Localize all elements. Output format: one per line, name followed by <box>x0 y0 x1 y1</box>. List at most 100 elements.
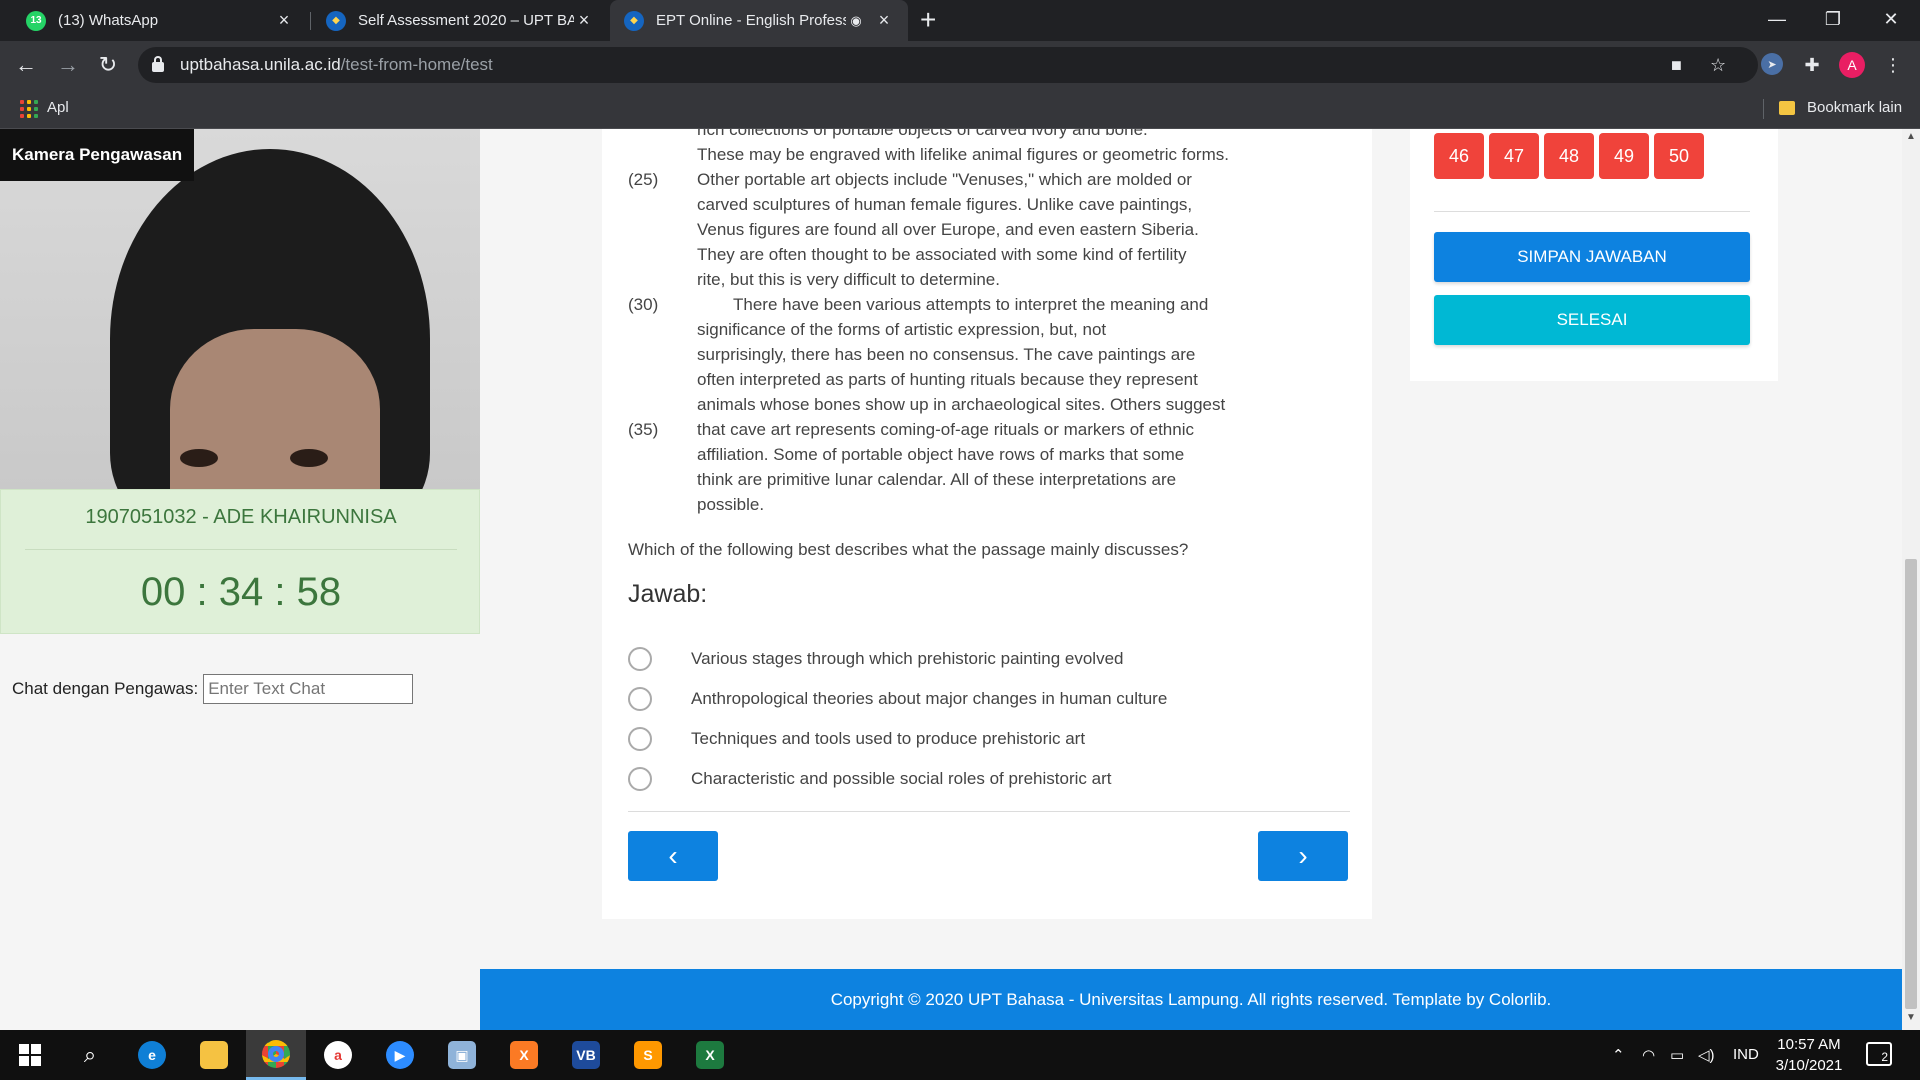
radio-button[interactable] <box>628 687 652 711</box>
passage-line: animals whose bones show up in archaeolo… <box>602 395 1372 420</box>
navigator-divider <box>1434 211 1750 212</box>
question-number-49[interactable]: 49 <box>1599 133 1649 179</box>
taskbar-xampp[interactable]: X <box>494 1030 554 1080</box>
taskbar-zoom[interactable]: ▶ <box>370 1030 430 1080</box>
apps-grid-icon[interactable] <box>20 100 38 118</box>
notification-center-icon[interactable]: 2 <box>1866 1042 1892 1066</box>
passage-line: significance of the forms of artistic ex… <box>602 320 1372 345</box>
answer-option-b[interactable]: Anthropological theories about major cha… <box>628 685 1167 713</box>
taskbar-sublime[interactable]: S <box>618 1030 678 1080</box>
passage-line: These may be engraved with lifelike anim… <box>602 145 1372 170</box>
page-scrollbar[interactable]: ▲ ▼ <box>1902 129 1920 1030</box>
cube-icon: ▣ <box>448 1041 476 1069</box>
save-answer-button[interactable]: SIMPAN JAWABAN <box>1434 232 1750 282</box>
browser-menu-icon[interactable]: ⋮ <box>1881 53 1905 77</box>
answer-option-a[interactable]: Various stages through which prehistoric… <box>628 645 1124 673</box>
question-number-47[interactable]: 47 <box>1489 133 1539 179</box>
countdown-timer: 00 : 34 : 58 <box>140 570 342 614</box>
tab-whatsapp[interactable]: 13 (13) WhatsApp × <box>12 0 308 41</box>
tab-self-assessment[interactable]: ◆ Self Assessment 2020 – UPT BAH × <box>312 0 608 41</box>
tab-title: (13) WhatsApp <box>58 12 159 29</box>
wifi-icon[interactable]: ◠ <box>1642 1046 1655 1064</box>
taskbar-file-explorer[interactable] <box>184 1030 244 1080</box>
extension-cursor-icon[interactable]: ➤ <box>1761 53 1783 75</box>
question-navigator: 46 47 48 49 50 SIMPAN JAWABAN SELESAI <box>1410 129 1778 381</box>
question-text: Which of the following best describes wh… <box>628 540 1189 559</box>
scroll-down-arrow-icon[interactable]: ▼ <box>1902 1012 1920 1028</box>
passage-line: (25) Other portable art objects include "… <box>602 170 1372 195</box>
taskbar-excel[interactable]: X <box>680 1030 740 1080</box>
passage-line: often interpreted as parts of hunting ri… <box>602 370 1372 395</box>
new-tab-icon[interactable]: + <box>920 4 936 36</box>
windows-taskbar: ⌕ e a ▶ ▣ X VB S X ⌃ ◠ ▭ ◁) IND 10:57 AM… <box>0 1030 1920 1080</box>
close-tab-icon[interactable]: × <box>874 10 894 31</box>
folder-icon <box>200 1041 228 1069</box>
line-number: (30) <box>628 295 659 314</box>
line-text: There have been various attempts to inte… <box>733 295 1209 314</box>
system-clock[interactable]: 10:57 AM 3/10/2021 <box>1762 1034 1856 1076</box>
forward-arrow-icon[interactable]: → <box>52 49 84 81</box>
chat-input[interactable] <box>203 674 414 704</box>
browser-tab-bar: 13 (13) WhatsApp × ◆ Self Assessment 202… <box>0 0 1920 41</box>
scroll-up-arrow-icon[interactable]: ▲ <box>1902 131 1920 147</box>
question-number-50[interactable]: 50 <box>1654 133 1704 179</box>
answer-option-c[interactable]: Techniques and tools used to produce pre… <box>628 725 1085 753</box>
scroll-thumb[interactable] <box>1905 559 1917 1009</box>
radio-button[interactable] <box>628 767 652 791</box>
browser-toolbar: ← → ↻ uptbahasa.unila.ac.id/test-from-ho… <box>0 41 1920 89</box>
taskbar-app-a[interactable]: a <box>308 1030 368 1080</box>
finish-button[interactable]: SELESAI <box>1434 295 1750 345</box>
question-number-46[interactable]: 46 <box>1434 133 1484 179</box>
chevron-left-icon: ‹ <box>668 840 678 871</box>
taskbar-chrome[interactable] <box>246 1030 306 1080</box>
passage-line: affiliation. Some of portable object hav… <box>602 445 1372 470</box>
reload-icon[interactable]: ↻ <box>92 49 124 81</box>
language-indicator[interactable]: IND <box>1733 1046 1759 1063</box>
close-tab-icon[interactable]: × <box>274 10 294 31</box>
lock-icon <box>152 56 164 72</box>
restore-icon[interactable]: ❐ <box>1803 0 1863 38</box>
vb-icon: VB <box>572 1041 600 1069</box>
taskbar-virtualbox[interactable]: ▣ <box>432 1030 492 1080</box>
radio-button[interactable] <box>628 647 652 671</box>
university-logo-icon: ◆ <box>326 10 346 31</box>
back-arrow-icon[interactable]: ← <box>10 49 42 81</box>
folder-icon <box>1779 101 1795 115</box>
bookmark-apps[interactable]: Apl <box>47 99 69 116</box>
line-text: These may be engraved with lifelike anim… <box>697 145 1229 164</box>
profile-avatar[interactable]: A <box>1839 52 1865 78</box>
line-text: rich collections of portable objects of … <box>697 129 1148 139</box>
bookmark-star-icon[interactable]: ☆ <box>1710 55 1726 76</box>
close-window-icon[interactable]: ✕ <box>1861 0 1920 38</box>
chevron-up-icon[interactable]: ⌃ <box>1612 1046 1625 1064</box>
edge-icon: e <box>138 1041 166 1069</box>
question-number-48[interactable]: 48 <box>1544 133 1594 179</box>
tab-ept-online[interactable]: ◆ EPT Online - English Professi ◉ × <box>610 0 908 41</box>
search-button[interactable]: ⌕ <box>60 1030 120 1080</box>
line-number: (35) <box>628 420 659 439</box>
camera-in-use-icon[interactable]: ■ <box>1671 55 1682 76</box>
line-text: possible. <box>697 495 765 514</box>
close-tab-icon[interactable]: × <box>574 10 594 31</box>
url-text: uptbahasa.unila.ac.id/test-from-home/tes… <box>180 55 493 75</box>
volume-icon[interactable]: ◁) <box>1698 1046 1715 1064</box>
search-icon: ⌕ <box>83 1042 97 1067</box>
address-bar[interactable]: uptbahasa.unila.ac.id/test-from-home/tes… <box>138 47 1758 83</box>
minimize-icon[interactable]: — <box>1747 0 1807 38</box>
start-button[interactable] <box>0 1030 60 1080</box>
answer-heading: Jawab: <box>628 580 708 608</box>
previous-question-button[interactable]: ‹ <box>628 831 718 881</box>
answer-option-d[interactable]: Characteristic and possible social roles… <box>628 765 1111 793</box>
battery-icon[interactable]: ▭ <box>1670 1046 1684 1064</box>
radio-button[interactable] <box>628 727 652 751</box>
extensions-puzzle-icon[interactable]: ✚ <box>1800 53 1824 77</box>
whatsapp-icon: 13 <box>26 10 46 31</box>
circle-a-app-icon: a <box>324 1041 352 1069</box>
card-divider <box>628 811 1350 812</box>
next-question-button[interactable]: › <box>1258 831 1348 881</box>
line-text: think are primitive lunar calendar. All … <box>697 470 1177 489</box>
bookmark-other[interactable]: Bookmark lain <box>1807 99 1902 116</box>
taskbar-visual-basic[interactable]: VB <box>556 1030 616 1080</box>
line-text: Other portable art objects include "Venu… <box>697 170 1192 189</box>
taskbar-edge[interactable]: e <box>122 1030 182 1080</box>
